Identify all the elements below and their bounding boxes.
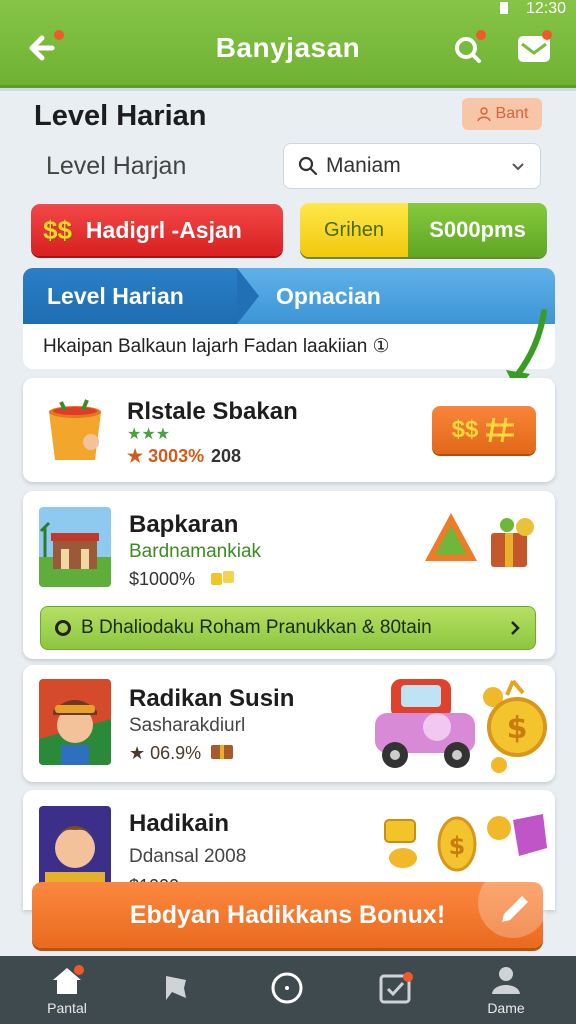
battery-icon bbox=[500, 2, 508, 14]
shop-thumbnail bbox=[39, 507, 111, 587]
card-discount: ★ 3003% bbox=[127, 446, 205, 466]
combo-right-label: S000pms bbox=[408, 203, 547, 257]
bucket-icon bbox=[49, 399, 101, 460]
nav-item-flag[interactable] bbox=[126, 956, 226, 1024]
treasure-box-icon bbox=[211, 745, 233, 759]
chevron-down-icon bbox=[512, 163, 524, 171]
profile-icon bbox=[492, 967, 520, 994]
nav-label: Dame bbox=[487, 1000, 525, 1016]
search-icon bbox=[298, 156, 318, 176]
card-subtitle: Sasharakdiurl bbox=[129, 715, 246, 736]
rating-stars: ★★★ bbox=[127, 426, 171, 443]
card-title: Rlstale Sbakan bbox=[127, 398, 298, 425]
filter-label: Level Harjan bbox=[46, 152, 187, 180]
app-header: 12:30 Banyjasan bbox=[0, 0, 576, 88]
nav-item-tasks[interactable] bbox=[346, 956, 446, 1024]
red-action-label: Hadigrl -Asjan bbox=[85, 216, 242, 243]
reward-button[interactable]: $$ bbox=[432, 406, 536, 454]
list-item[interactable]: Radikan Susin Sasharakdiurl ★ 06.9% $ bbox=[23, 665, 555, 782]
flag-icon bbox=[166, 976, 186, 1000]
tab-level-harian[interactable]: Level Harian bbox=[23, 268, 237, 324]
money-icon: $$ bbox=[43, 214, 72, 245]
page-title: Banyjasan bbox=[215, 32, 361, 63]
notification-dot bbox=[542, 30, 552, 40]
card-title: Radikan Susin bbox=[129, 685, 295, 712]
card-title: Bapkaran bbox=[129, 511, 239, 538]
character-avatar bbox=[39, 679, 111, 765]
nav-item-center[interactable] bbox=[237, 956, 337, 1024]
gold-bar-icon bbox=[211, 571, 234, 585]
card-price: $1000% bbox=[129, 569, 196, 589]
card-subtitle: Ddansal 2008 bbox=[129, 846, 247, 867]
nav-item-home[interactable]: Pantal bbox=[17, 956, 117, 1024]
card-price: ★ 06.9% bbox=[129, 743, 202, 763]
tab-arrow-divider bbox=[237, 268, 259, 324]
card-count: 208 bbox=[211, 446, 242, 466]
notice-text: Hkaipan Balkaun lajarh Fadan laakiian ① bbox=[23, 324, 555, 369]
bonus-cta-button[interactable]: Ebdyan Hadikkans Bonux! bbox=[32, 882, 543, 948]
reward-button-label: $$ bbox=[451, 416, 479, 443]
car-icon bbox=[375, 679, 475, 768]
messages-button[interactable] bbox=[514, 28, 554, 68]
bonus-cta-label: Ebdyan Hadikkans Bonux! bbox=[129, 900, 446, 929]
search-button[interactable] bbox=[448, 28, 488, 68]
nav-label: Pantal bbox=[47, 1000, 87, 1016]
notification-dot bbox=[476, 30, 486, 40]
card-subtitle: Bardnamankiak bbox=[129, 541, 262, 562]
bant-button[interactable]: Bant bbox=[462, 98, 542, 130]
tab-opnacian[interactable]: Opnacian bbox=[276, 268, 381, 324]
filter-select-value: Maniam bbox=[326, 154, 401, 177]
status-time: 12:30 bbox=[525, 0, 566, 17]
section-title: Level Harian bbox=[34, 100, 207, 132]
bant-button-label: Bant bbox=[495, 105, 529, 122]
gift-box-icon bbox=[491, 518, 534, 567]
circle-nav-icon bbox=[271, 972, 303, 1004]
chevron-right-icon bbox=[511, 621, 520, 635]
tab-bar: Level Harian Opnacian bbox=[23, 268, 555, 324]
hashtag-icon bbox=[486, 417, 515, 443]
pencil-icon bbox=[502, 896, 528, 922]
checklist-icon bbox=[379, 972, 413, 1004]
circle-icon bbox=[55, 620, 71, 636]
nav-item-profile[interactable]: Dame bbox=[456, 956, 556, 1024]
coin-icon: $ bbox=[483, 679, 547, 773]
edit-button[interactable] bbox=[478, 868, 548, 938]
promo-banner[interactable]: B Dhaliodaku Roham Pranukkan & 80tain bbox=[40, 606, 536, 650]
red-action-button[interactable]: $$ Hadigrl -Asjan bbox=[31, 204, 283, 256]
combo-left-label: Grihen bbox=[300, 203, 408, 257]
bonus-triangle-icon bbox=[425, 513, 477, 561]
person-icon bbox=[476, 107, 491, 122]
filter-select[interactable]: Maniam bbox=[283, 143, 541, 189]
combo-button[interactable]: Grihen S000pms bbox=[300, 203, 547, 257]
svg-text:$: $ bbox=[449, 832, 466, 860]
promo-label: B Dhaliodaku Roham Pranukkan & 80tain bbox=[81, 617, 432, 638]
home-icon bbox=[53, 965, 84, 994]
card-title: Hadikain bbox=[129, 810, 230, 837]
bottom-nav: Pantal Dame bbox=[0, 956, 576, 1024]
svg-text:$: $ bbox=[507, 711, 528, 746]
